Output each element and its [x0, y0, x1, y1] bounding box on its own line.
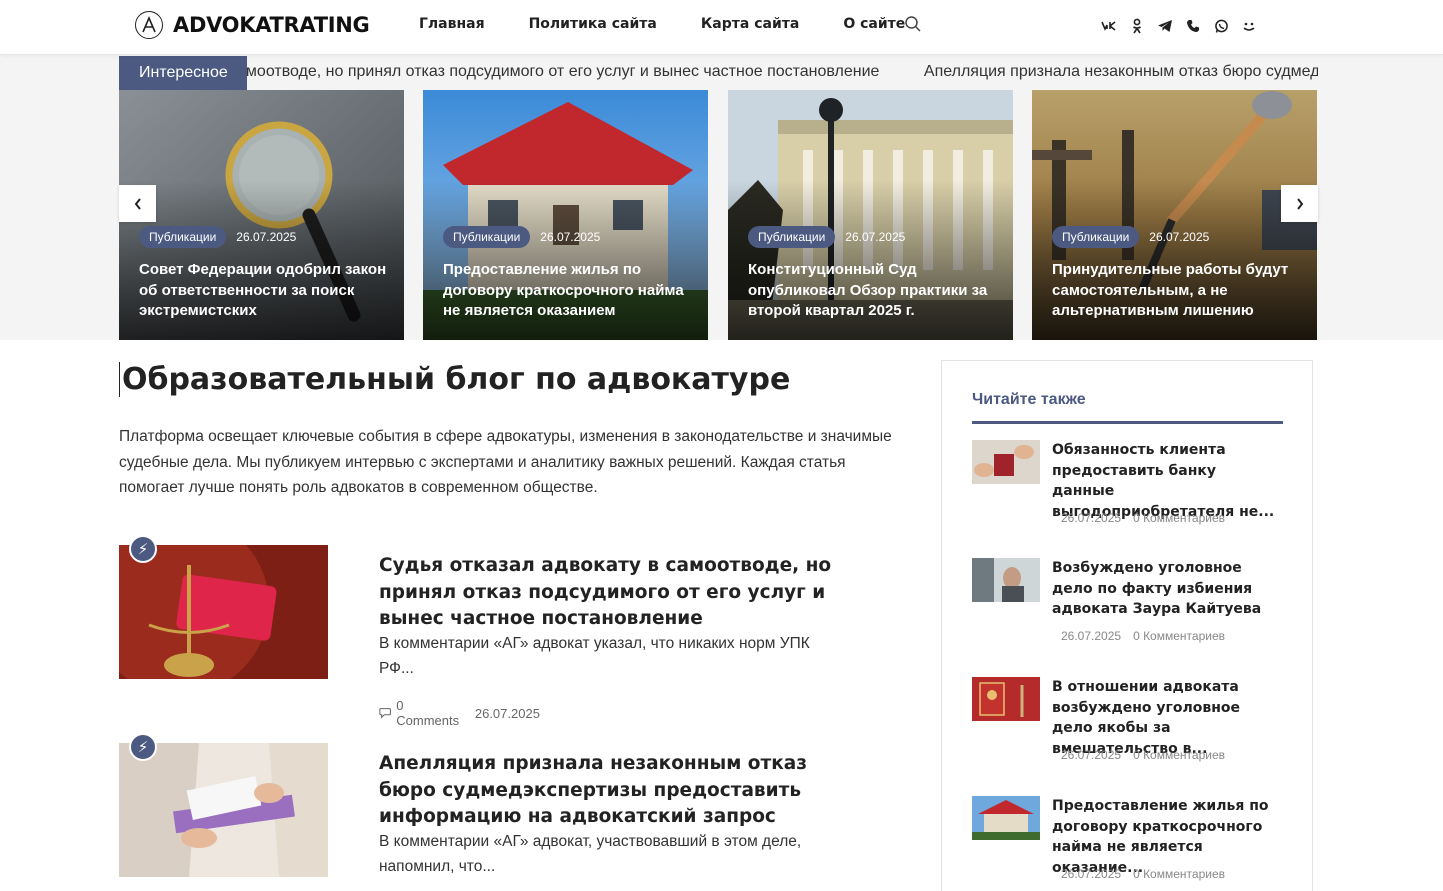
nav-item-policy[interactable]: Политика сайта — [529, 16, 657, 32]
sidebar-image — [972, 440, 1040, 484]
card-date: 26.07.2025 — [1149, 230, 1210, 244]
category-badge[interactable]: Публикации — [748, 226, 836, 248]
site-logo[interactable]: ADVOKATRATING — [135, 11, 370, 39]
whatsapp-icon[interactable] — [1212, 17, 1230, 35]
flash-icon: ⚡ — [129, 733, 157, 761]
sidebar-thumbnail[interactable] — [972, 796, 1040, 840]
site-header: ADVOKATRATING Главная Политика сайта Кар… — [0, 0, 1443, 55]
card-meta: Публикации 26.07.2025 — [139, 226, 296, 248]
sidebar-item-comments[interactable]: 0 Комментариев — [1133, 867, 1225, 881]
odnoklassniki-icon[interactable] — [1128, 17, 1146, 35]
sidebar-item-comments[interactable]: 0 Комментариев — [1133, 748, 1225, 762]
sidebar-read-also: Читайте также Обязанность клиента предос… — [941, 360, 1313, 891]
sidebar-title: Читайте также — [972, 391, 1086, 408]
comments-count: 0 Comments — [396, 698, 460, 728]
comments-link[interactable]: 0 Comments — [379, 698, 461, 728]
card-date: 26.07.2025 — [845, 230, 906, 244]
post-title[interactable]: Судья отказал адвокату в самоотводе, но … — [379, 553, 839, 633]
slider-next-button[interactable] — [1281, 185, 1318, 222]
slider-card[interactable]: Публикации 26.07.2025 Принудительные раб… — [1032, 90, 1317, 340]
card-title[interactable]: Принудительные работы будут самостоятель… — [1052, 260, 1307, 322]
sidebar-thumbnail[interactable] — [972, 558, 1040, 602]
ticker-label: Интересное — [119, 56, 247, 90]
sidebar-item-meta: 26.07.2025 0 Комментариев — [1061, 867, 1225, 881]
card-title[interactable]: Совет Федерации одобрил закон об ответст… — [139, 260, 394, 322]
sidebar-image — [972, 796, 1040, 840]
nav-item-sitemap[interactable]: Карта сайта — [701, 16, 799, 32]
category-badge[interactable]: Публикации — [1052, 226, 1140, 248]
post-title[interactable]: Апелляция признала незаконным отказ бюро… — [379, 751, 839, 831]
sidebar-item-meta: 26.07.2025 0 Комментариев — [1061, 629, 1225, 643]
card-title[interactable]: Предоставление жилья по договору краткос… — [443, 260, 698, 322]
post-thumbnail[interactable] — [119, 743, 328, 877]
card-date: 26.07.2025 — [540, 230, 601, 244]
telegram-icon[interactable] — [1156, 17, 1174, 35]
flash-icon: ⚡ — [129, 535, 157, 563]
card-meta: Публикации 26.07.2025 — [748, 226, 905, 248]
chevron-right-icon — [1296, 197, 1303, 210]
card-title[interactable]: Конституционный Суд опубликовал Обзор пр… — [748, 260, 1003, 322]
sidebar-item-meta: 26.07.2025 0 Комментариев — [1061, 748, 1225, 762]
sidebar-thumbnail[interactable] — [972, 677, 1040, 721]
sidebar-image — [972, 677, 1040, 721]
post-meta: 0 Comments 26.07.2025 — [379, 698, 540, 728]
page-intro: Платформа освещает ключевые события в сф… — [119, 428, 892, 496]
slider-card[interactable]: Публикации 26.07.2025 Конституционный Су… — [728, 90, 1013, 340]
sidebar-item-date: 26.07.2025 — [1061, 748, 1122, 762]
nav-item-about[interactable]: О сайте — [843, 16, 905, 32]
sidebar-item-title[interactable]: Предоставление жилья по договору краткос… — [1052, 796, 1283, 878]
ticker-item[interactable]: Апелляция признала незаконным отказ бюро… — [924, 63, 1318, 81]
main-nav: Главная Политика сайта Карта сайта О сай… — [419, 16, 905, 32]
nav-item-home[interactable]: Главная — [419, 16, 485, 32]
mail-icon[interactable] — [1240, 17, 1258, 35]
card-meta: Публикации 26.07.2025 — [1052, 226, 1209, 248]
post-thumbnail[interactable] — [119, 545, 328, 679]
card-meta: Публикации 26.07.2025 — [443, 226, 600, 248]
sidebar-divider — [972, 421, 1283, 424]
logo-text: ADVOKATRATING — [173, 13, 370, 37]
sidebar-item-date: 26.07.2025 — [1061, 511, 1122, 525]
sidebar-item-title[interactable]: В отношении адвоката возбуждено уголовно… — [1052, 677, 1283, 759]
slider-card[interactable]: Публикации 26.07.2025 Предоставление жил… — [423, 90, 708, 340]
category-badge[interactable]: Публикации — [443, 226, 531, 248]
post-date: 26.07.2025 — [474, 705, 540, 721]
category-badge[interactable]: Публикации — [139, 226, 227, 248]
sidebar-item-title[interactable]: Обязанность клиента предоставить банку д… — [1052, 440, 1283, 522]
slider-card[interactable]: Публикации 26.07.2025 Совет Федерации од… — [119, 90, 404, 340]
sidebar-item-date: 26.07.2025 — [1061, 867, 1122, 881]
post-image — [119, 545, 328, 679]
vk-icon[interactable] — [1100, 17, 1118, 35]
post-excerpt: В комментарии «АГ» адвокат указал, что н… — [379, 635, 810, 677]
news-ticker: Судья отказал адвокату в самоотводе, но … — [247, 56, 1318, 90]
card-date: 26.07.2025 — [236, 230, 297, 244]
ticker-item[interactable]: Судья отказал адвокату в самоотводе, но … — [247, 63, 879, 81]
post-excerpt: В комментарии «АГ» адвокат, участвовавши… — [379, 833, 802, 875]
sidebar-item-title[interactable]: Возбуждено уголовное дело по факту избие… — [1052, 558, 1283, 620]
sidebar-image — [972, 558, 1040, 602]
sidebar-item-comments[interactable]: 0 Комментариев — [1133, 511, 1225, 525]
chevron-left-icon — [134, 197, 141, 210]
page-title: Образовательный блог по адвокатуре — [119, 362, 790, 397]
social-links — [1100, 17, 1258, 35]
search-icon[interactable] — [904, 15, 924, 35]
sidebar-item-date: 26.07.2025 — [1061, 629, 1122, 643]
sidebar-item-comments[interactable]: 0 Комментариев — [1133, 629, 1225, 643]
comment-icon — [379, 708, 391, 719]
ticker-track: Судья отказал адвокату в самоотводе, но … — [247, 63, 1318, 81]
post-image — [119, 743, 328, 877]
viber-icon[interactable] — [1184, 17, 1202, 35]
logo-icon — [135, 11, 163, 39]
sidebar-thumbnail[interactable] — [972, 440, 1040, 484]
sidebar-item-meta: 26.07.2025 0 Комментариев — [1061, 511, 1225, 525]
slider-prev-button[interactable] — [119, 185, 156, 222]
